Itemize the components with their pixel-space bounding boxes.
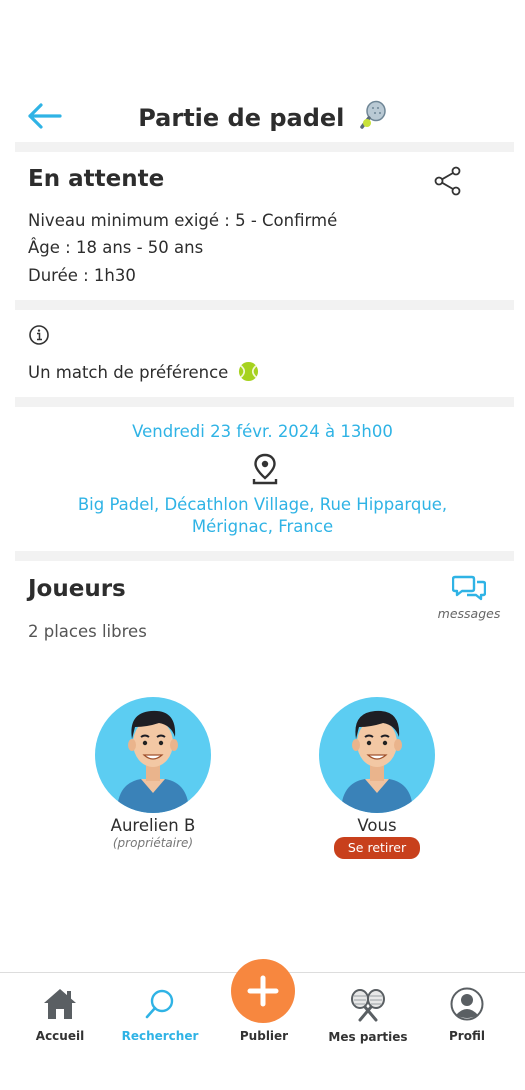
available-places: 2 places libres	[28, 622, 147, 641]
share-button[interactable]	[432, 166, 464, 196]
rackets-icon	[351, 989, 385, 1022]
tab-my-games[interactable]: Mes parties	[318, 988, 418, 1044]
location-pin-icon	[252, 453, 278, 485]
withdraw-button[interactable]: Se retirer	[333, 837, 421, 859]
user-icon	[450, 987, 484, 1021]
section-divider	[15, 300, 514, 310]
home-icon	[44, 989, 76, 1019]
info-icon	[29, 325, 49, 345]
address-line-1: Big Padel, Décathlon Village, Rue Hippar…	[77, 495, 448, 514]
players-title: Joueurs	[28, 576, 126, 602]
tennis-ball-icon	[238, 361, 258, 382]
tab-profile-label: Profil	[449, 1029, 485, 1043]
page-title: Partie de padel	[0, 100, 525, 132]
section-divider	[15, 551, 514, 561]
duration: Durée : 1h30	[28, 266, 136, 285]
player-avatar	[95, 697, 211, 813]
tab-search[interactable]: Rechercher	[110, 987, 210, 1043]
player-role: (propriétaire)	[112, 836, 194, 850]
bottom-tab-bar: Accueil Rechercher Publier Mes parties P…	[0, 959, 525, 1090]
age-range: Âge : 18 ans - 50 ans	[28, 238, 204, 257]
search-icon	[145, 989, 174, 1019]
tab-home-label: Accueil	[35, 1029, 85, 1043]
tab-search-label: Rechercher	[121, 1029, 199, 1043]
player-avatar	[319, 697, 435, 813]
level-requirement: Niveau minimum exigé : 5 - Confirmé	[28, 211, 338, 230]
match-preference: Un match de préférence	[28, 361, 259, 382]
messages-button[interactable]: messages	[430, 574, 510, 626]
player-name: Vous	[357, 816, 397, 835]
address-line-2: Mérignac, France	[191, 517, 334, 536]
plus-icon	[247, 975, 279, 1007]
messages-label: messages	[437, 606, 501, 621]
player-card[interactable]: Aurelien B (propriétaire)	[73, 697, 233, 850]
section-divider	[15, 142, 514, 152]
event-address[interactable]: Big Padel, Décathlon Village, Rue Hippar…	[0, 494, 525, 538]
player-card[interactable]: Vous Se retirer	[297, 697, 457, 859]
chat-icon	[452, 575, 486, 601]
status-title: En attente	[28, 166, 165, 192]
tab-publish-label: Publier	[239, 1029, 289, 1043]
tab-my-games-label: Mes parties	[328, 1030, 408, 1044]
share-icon	[434, 166, 461, 196]
tab-home[interactable]: Accueil	[10, 987, 110, 1043]
app-header: Partie de padel	[0, 88, 525, 144]
player-name: Aurelien B	[110, 816, 196, 835]
event-date: Vendredi 23 févr. 2024 à 13h00	[132, 422, 393, 441]
publish-button[interactable]	[231, 959, 295, 1023]
padel-racket-icon	[360, 100, 386, 129]
section-divider	[15, 397, 514, 407]
page-title-text: Partie de padel	[138, 104, 345, 132]
match-preference-text: Un match de préférence	[28, 363, 229, 382]
tab-profile[interactable]: Profil	[417, 987, 517, 1043]
